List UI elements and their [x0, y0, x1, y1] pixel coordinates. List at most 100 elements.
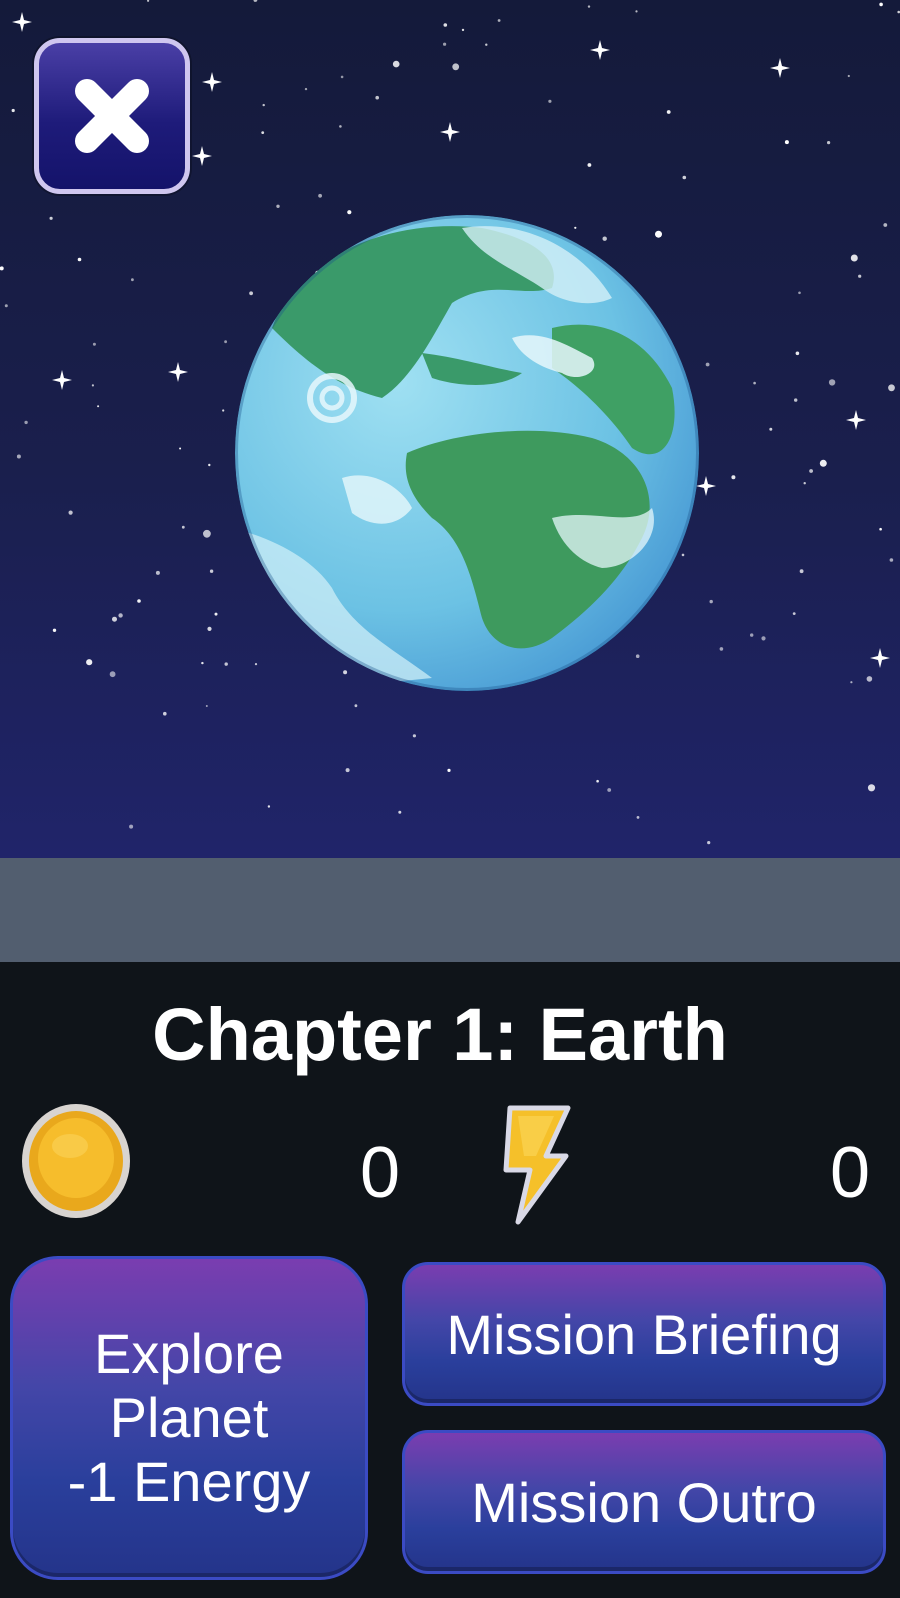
star — [548, 99, 552, 103]
mission-briefing-button[interactable]: Mission Briefing — [402, 1262, 886, 1406]
mission-outro-button[interactable]: Mission Outro — [402, 1430, 886, 1574]
star — [4, 304, 8, 308]
star — [858, 274, 862, 278]
star — [0, 266, 4, 271]
star — [705, 362, 710, 367]
star — [809, 469, 813, 473]
star — [224, 662, 228, 666]
star — [607, 788, 612, 792]
sparkle-star — [440, 122, 460, 142]
star — [209, 569, 214, 573]
star — [784, 140, 789, 145]
sparkle-star — [846, 410, 866, 430]
star — [794, 398, 798, 402]
explore-label-line3: -1 Energy — [67, 1450, 311, 1513]
divider-bar — [0, 858, 900, 962]
star — [850, 254, 858, 262]
star — [587, 163, 592, 167]
close-button[interactable] — [34, 38, 190, 194]
star — [163, 711, 167, 716]
star — [497, 19, 501, 22]
star — [587, 5, 591, 8]
star — [11, 108, 15, 113]
star — [799, 569, 804, 574]
star — [452, 63, 460, 71]
star — [795, 351, 800, 356]
mission-outro-label: Mission Outro — [471, 1470, 817, 1534]
star — [709, 599, 713, 604]
star — [86, 659, 93, 666]
star — [304, 87, 308, 91]
star — [412, 734, 416, 738]
star — [888, 384, 895, 392]
star — [731, 475, 736, 480]
star — [485, 43, 488, 46]
star — [443, 23, 448, 27]
star — [339, 125, 342, 128]
star — [398, 810, 402, 814]
star — [879, 527, 882, 531]
star — [262, 103, 265, 107]
star — [682, 175, 687, 180]
gold-coin-icon — [22, 1104, 130, 1218]
earth-planet — [235, 215, 699, 691]
star — [147, 0, 150, 2]
star — [443, 42, 447, 46]
sparkle-star — [870, 648, 890, 668]
star — [889, 558, 894, 562]
star — [666, 110, 671, 114]
star — [181, 525, 185, 529]
star — [803, 482, 806, 485]
star — [461, 28, 465, 32]
mission-briefing-label: Mission Briefing — [446, 1302, 842, 1366]
explore-planet-button[interactable]: Explore Planet -1 Energy — [10, 1256, 368, 1580]
star — [318, 193, 322, 198]
star — [16, 454, 21, 459]
close-x-icon — [75, 79, 149, 153]
star — [205, 705, 208, 707]
star — [847, 74, 850, 78]
coin-count: 0 — [359, 1133, 400, 1213]
lightning-bolt-icon — [503, 1105, 571, 1225]
star — [769, 427, 773, 431]
star — [208, 463, 211, 467]
star — [707, 841, 711, 845]
star — [52, 628, 57, 632]
star — [203, 529, 211, 538]
star — [131, 278, 134, 282]
sparkle-star — [770, 58, 790, 78]
star — [112, 616, 117, 622]
star — [207, 626, 212, 632]
sparkle-star — [12, 12, 32, 32]
sparkle-star — [52, 370, 72, 390]
star — [222, 409, 225, 412]
star — [879, 2, 883, 7]
star — [155, 570, 160, 575]
energy-count: 0 — [829, 1133, 870, 1213]
star — [267, 805, 271, 808]
star — [49, 216, 53, 220]
star — [97, 405, 100, 408]
explore-label-line1: Explore — [94, 1322, 284, 1385]
star — [827, 141, 831, 145]
star — [253, 0, 258, 2]
space-background — [0, 0, 900, 858]
star — [883, 223, 888, 227]
star — [137, 599, 141, 603]
star — [819, 459, 827, 467]
star — [109, 671, 116, 678]
star — [636, 816, 640, 819]
star — [761, 636, 766, 641]
star — [92, 342, 96, 346]
star — [179, 447, 182, 450]
star — [345, 768, 350, 773]
star — [867, 784, 876, 792]
star — [750, 633, 754, 637]
star — [719, 647, 724, 651]
star — [201, 661, 204, 665]
sparkle-star — [202, 72, 222, 92]
star — [596, 779, 599, 783]
star — [375, 95, 380, 100]
star — [866, 676, 873, 682]
star — [753, 381, 756, 385]
